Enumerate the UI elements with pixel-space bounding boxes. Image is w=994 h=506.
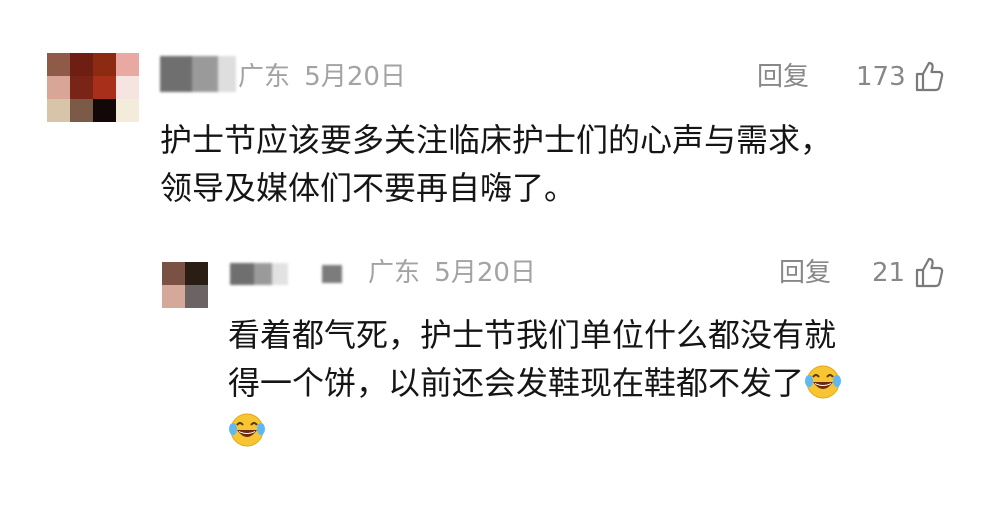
replier-avatar[interactable] bbox=[162, 262, 208, 308]
comment-meta: 广东 5月20日 bbox=[238, 62, 406, 92]
reply-date: 5月20日 bbox=[434, 258, 536, 288]
reply-reply-button[interactable]: 回复 bbox=[779, 258, 831, 288]
comment-location: 广东 bbox=[238, 62, 291, 92]
comment-date: 5月20日 bbox=[304, 62, 406, 92]
laughing-crying-emoji-icon bbox=[805, 365, 842, 399]
comment-text-line: 护士节应该要多关注临床护士们的心声与需求， bbox=[160, 121, 833, 159]
reply-location: 广东 bbox=[368, 258, 421, 288]
thumbs-up-icon[interactable] bbox=[914, 256, 944, 288]
reply-text-line: 得一个饼，以前还会发鞋现在鞋都不发了 bbox=[228, 364, 805, 402]
thumbs-up-icon[interactable] bbox=[914, 60, 944, 92]
reply-text: 看着都气死，护士节我们单位什么都没有就 得一个饼，以前还会发鞋现在鞋都不发了 bbox=[228, 311, 842, 455]
commenter-username[interactable] bbox=[160, 56, 238, 92]
laughing-crying-emoji-icon bbox=[229, 413, 265, 447]
commenter-avatar[interactable] bbox=[47, 53, 139, 122]
comment-reply-button[interactable]: 回复 bbox=[757, 62, 809, 92]
reply-text-line: 看着都气死，护士节我们单位什么都没有就 bbox=[228, 316, 837, 354]
replier-username[interactable] bbox=[230, 263, 350, 285]
reply-meta: 广东 5月20日 bbox=[368, 258, 536, 288]
reply-like-count: 21 bbox=[872, 258, 906, 288]
comment-text: 护士节应该要多关注临床护士们的心声与需求， 领导及媒体们不要再自嗨了。 bbox=[160, 116, 832, 212]
comment-like-count: 173 bbox=[856, 62, 906, 92]
reply-text-line-2: 得一个饼，以前还会发鞋现在鞋都不发了 bbox=[228, 359, 842, 407]
reply-text-line-3 bbox=[228, 407, 842, 455]
comment-text-line: 领导及媒体们不要再自嗨了。 bbox=[160, 169, 577, 207]
